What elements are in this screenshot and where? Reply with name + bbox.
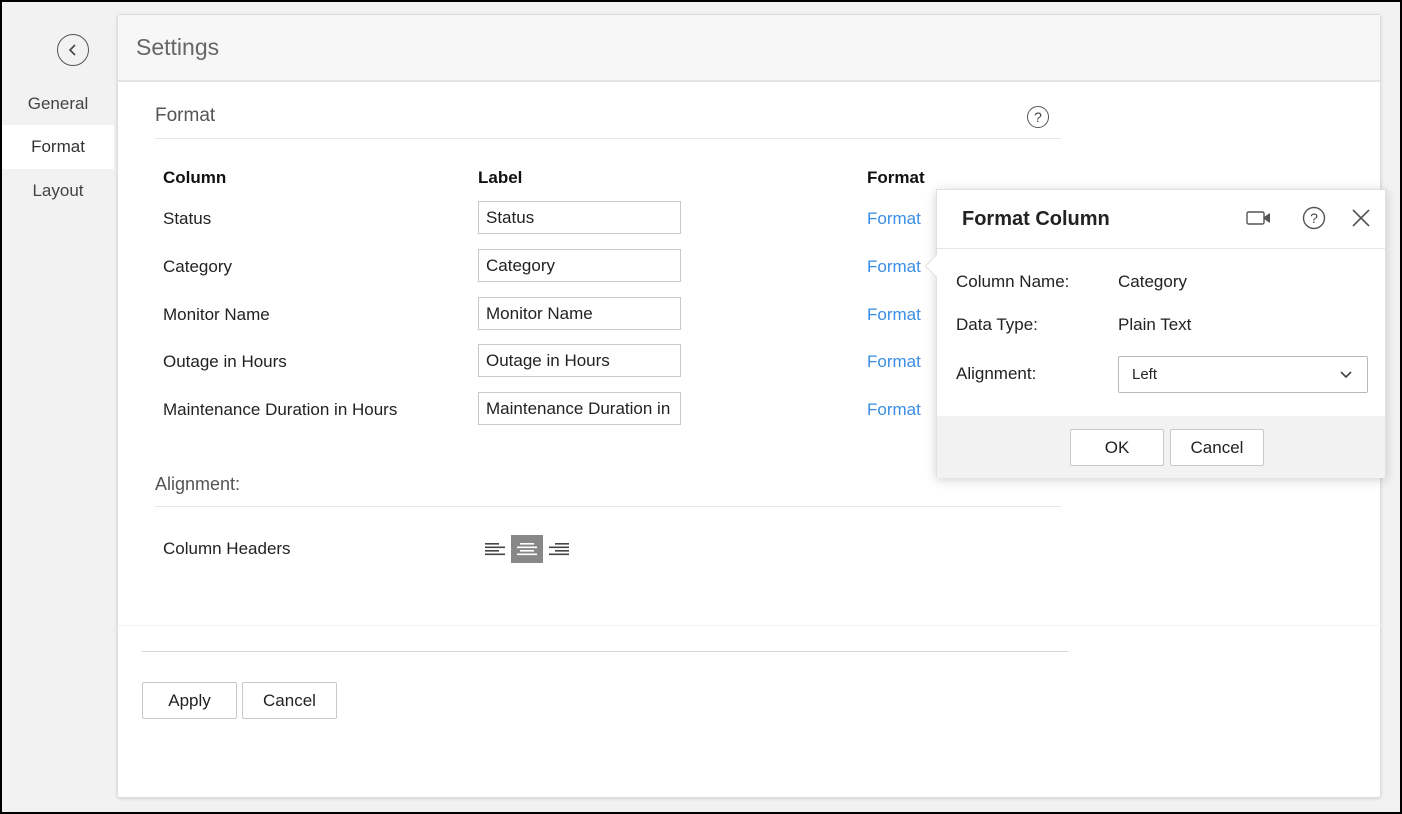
row-column-name: Status bbox=[163, 209, 212, 228]
label-input[interactable] bbox=[478, 392, 681, 425]
sidebar-item-label: Format bbox=[31, 137, 85, 156]
popup-footer: OK Cancel bbox=[937, 416, 1385, 478]
column-headers-label: Column Headers bbox=[163, 539, 291, 558]
column-header-column: Column bbox=[163, 168, 227, 187]
alignment-toggle-group bbox=[479, 535, 575, 563]
data-type-value: Plain Text bbox=[1118, 315, 1192, 334]
row-column-name: Outage in Hours bbox=[163, 352, 287, 371]
sidebar-item-layout[interactable]: Layout bbox=[2, 169, 114, 213]
close-icon[interactable] bbox=[1348, 205, 1374, 231]
ok-button-label: OK bbox=[1104, 437, 1130, 457]
sidebar-item-general[interactable]: General bbox=[2, 82, 114, 126]
svg-text:?: ? bbox=[1310, 210, 1318, 226]
sidebar-item-format[interactable]: Format bbox=[2, 125, 114, 169]
ok-button[interactable]: OK bbox=[1070, 429, 1164, 466]
format-column-popup: Format Column ? Column Name: Category Da… bbox=[924, 189, 1386, 478]
chevron-down-icon bbox=[1340, 371, 1352, 379]
format-link[interactable]: Format bbox=[867, 400, 921, 420]
align-left-button[interactable] bbox=[479, 535, 511, 563]
popup-title: Format Column bbox=[962, 208, 1110, 230]
column-header-format: Format bbox=[867, 168, 925, 187]
data-type-label: Data Type: bbox=[956, 315, 1038, 334]
cancel-button-label: Cancel bbox=[263, 690, 316, 710]
page-title-bar: Settings bbox=[118, 15, 1380, 82]
format-link[interactable]: Format bbox=[867, 257, 921, 277]
format-link[interactable]: Format bbox=[867, 209, 921, 229]
popup-cancel-button-label: Cancel bbox=[1190, 437, 1244, 457]
format-link[interactable]: Format bbox=[867, 305, 921, 325]
content-divider bbox=[118, 625, 1382, 626]
apply-button[interactable]: Apply bbox=[142, 682, 237, 719]
alignment-select-value: Left bbox=[1132, 366, 1158, 383]
row-column-name: Maintenance Duration in Hours bbox=[163, 400, 398, 419]
row-column-name: Category bbox=[163, 257, 232, 276]
popup-header: Format Column ? bbox=[937, 190, 1385, 249]
alignment-select[interactable]: Left bbox=[1118, 356, 1368, 393]
sidebar: General Format Layout bbox=[2, 2, 114, 812]
label-input[interactable] bbox=[478, 297, 681, 330]
chevron-left-icon bbox=[68, 44, 76, 56]
row-column-name: Monitor Name bbox=[163, 305, 270, 324]
label-input[interactable] bbox=[478, 201, 681, 234]
question-circle-icon[interactable]: ? bbox=[1027, 106, 1049, 128]
back-button[interactable] bbox=[57, 34, 89, 66]
page-title: Settings bbox=[136, 34, 220, 60]
sidebar-item-label: Layout bbox=[32, 181, 84, 200]
format-section-divider bbox=[155, 138, 1061, 139]
alignment-section-divider bbox=[155, 506, 1061, 507]
align-left-icon bbox=[485, 543, 505, 556]
sidebar-item-label: General bbox=[27, 94, 89, 113]
column-name-value: Category bbox=[1118, 272, 1187, 291]
align-right-icon bbox=[549, 543, 569, 556]
align-right-button[interactable] bbox=[543, 535, 575, 563]
alignment-section-title: Alignment: bbox=[155, 474, 241, 494]
apply-button-label: Apply bbox=[168, 690, 211, 710]
footer-divider bbox=[142, 651, 1068, 652]
label-input[interactable] bbox=[478, 344, 681, 377]
label-input[interactable] bbox=[478, 249, 681, 282]
format-link[interactable]: Format bbox=[867, 352, 921, 372]
align-center-button[interactable] bbox=[511, 535, 543, 563]
align-center-icon bbox=[517, 543, 537, 556]
popup-cancel-button[interactable]: Cancel bbox=[1170, 429, 1264, 466]
alignment-label: Alignment: bbox=[956, 364, 1037, 383]
question-circle-icon[interactable]: ? bbox=[1301, 205, 1327, 231]
column-header-label: Label bbox=[478, 168, 523, 187]
format-section-title: Format bbox=[155, 105, 216, 126]
video-icon[interactable] bbox=[1246, 205, 1272, 231]
cancel-button[interactable]: Cancel bbox=[242, 682, 337, 719]
column-name-label: Column Name: bbox=[956, 272, 1070, 291]
